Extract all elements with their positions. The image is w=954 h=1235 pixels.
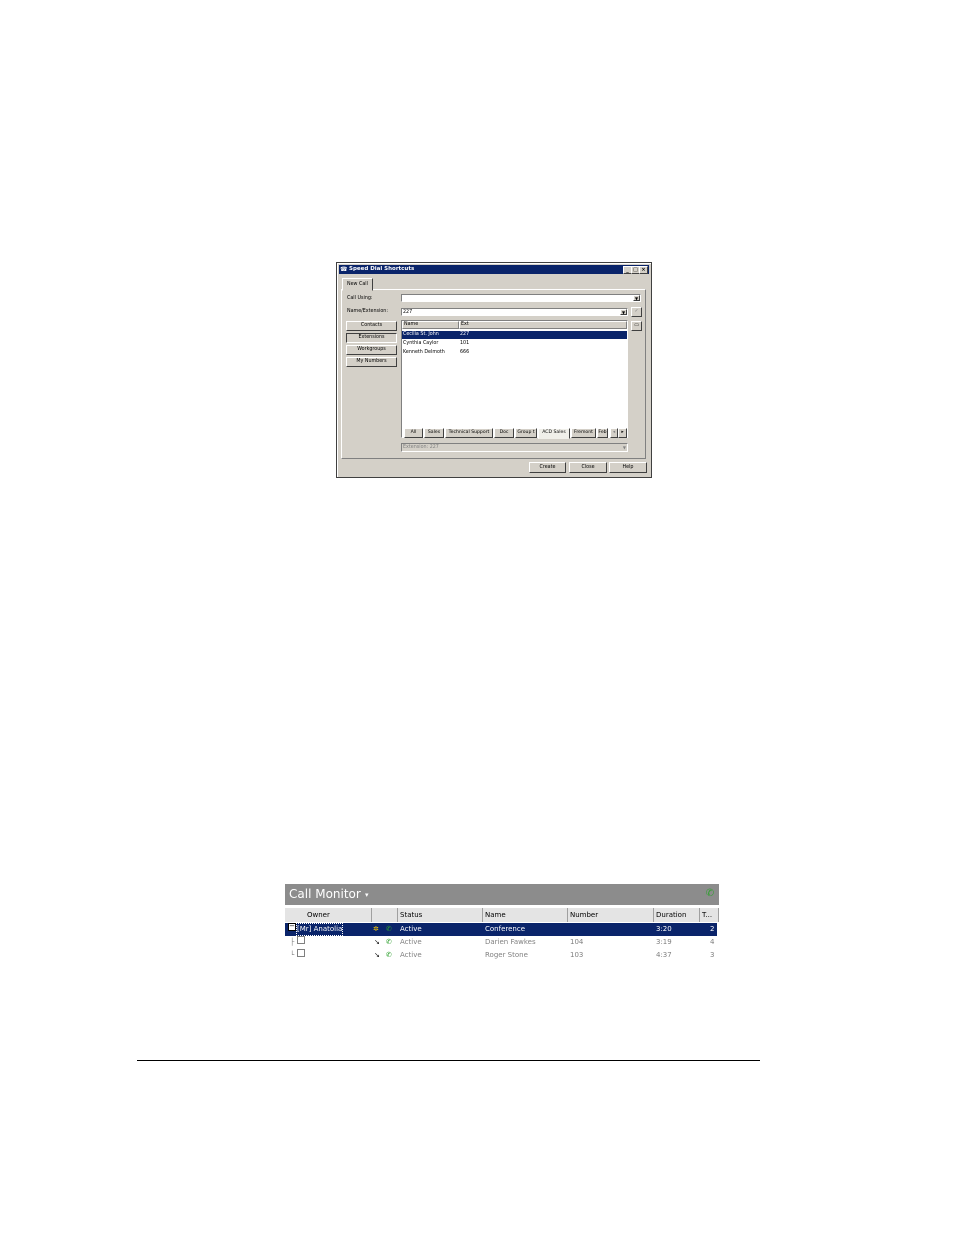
tree-connector: └ [290,951,295,959]
handset-icon: ↘ [374,951,380,959]
column-header-icons[interactable] [372,908,398,922]
t-cell: 2 [710,925,715,933]
chevron-down-icon[interactable]: ▾ [365,891,369,899]
column-header-t[interactable]: T... [700,908,719,922]
call-using-label: Call Using: [347,296,373,301]
workgroups-button[interactable]: Workgroups [346,345,397,355]
group-tab-feb[interactable]: Feb [597,428,608,438]
extensions-list[interactable]: Name Ext Cecilia St. John 227 Cynthia Ca… [401,320,628,438]
call-monitor-panel: Call Monitor ▾ ✆ Owner Status Name Numbe… [285,884,719,961]
group-tab-acd-sales[interactable]: ACD Sales [538,428,570,439]
call-monitor-title[interactable]: Call Monitor [289,887,361,902]
call-monitor-header: Call Monitor ▾ ✆ [285,884,719,905]
item-name: Kenneth Delmoth [403,350,445,355]
close-window-button[interactable]: × [639,266,648,274]
group-tab-doc[interactable]: Doc [494,428,514,438]
column-header-status[interactable]: Status [398,908,483,922]
chevron-down-icon: ▼ [622,445,626,450]
name-extension-value: 227 [403,310,413,315]
table-row[interactable]: └ ↘ ✆ Active Roger Stone 103 4:37 3 [285,949,717,961]
group-tab-technical-support[interactable]: Technical Support [445,428,493,438]
dialog-title: Speed Dial Shortcuts [349,266,415,272]
group-tab-group[interactable]: Group t [515,428,537,438]
title-bar: ☎ Speed Dial Shortcuts _ □ × [339,265,649,274]
close-button[interactable]: Close [569,462,607,473]
item-ext: 666 [460,350,470,355]
contacts-button[interactable]: Contacts [346,321,397,331]
group-tab-fremont[interactable]: Fremont [571,428,596,438]
extension-field-value: Extension: 227 [403,445,439,450]
tree-connector: ├ [290,938,295,946]
name-cell: Conference [485,925,526,933]
tab-scroll-left-icon[interactable]: ◂ [610,428,618,438]
name-cell: Darien Fawkes [485,938,536,946]
item-name: Cynthia Caylor [403,341,439,346]
extensions-button[interactable]: Extensions [346,333,397,343]
chevron-down-icon[interactable]: ▼ [620,309,627,315]
list-item[interactable]: Cynthia Caylor 101 [402,340,627,348]
create-button[interactable]: Create [529,462,566,473]
table-row[interactable]: − [Mr] Anatolia ✲ ✆ Active Conference 3:… [285,923,717,936]
table-row[interactable]: ├ ↘ ✆ Active Darien Fawkes 104 3:19 4 [285,936,717,949]
column-header-name[interactable]: Name [402,321,459,329]
extension-field: Extension: 227 ▼ [401,443,628,452]
tab-new-call[interactable]: New Call [342,278,373,291]
checkbox[interactable] [297,936,305,944]
folder-icon[interactable]: ▭ [631,321,642,331]
name-cell: Roger Stone [485,951,528,959]
group-tab-all[interactable]: All [404,428,423,438]
status-cell: Active [400,951,422,959]
phone-active-icon: ✆ [386,938,392,946]
name-extension-label: Name/Extension: [347,309,388,314]
name-extension-combo[interactable]: 227 ▼ [401,308,628,316]
call-using-combo[interactable]: ▼ [401,294,641,302]
column-header-name[interactable]: Name [483,908,568,922]
app-icon: ☎ [340,266,348,273]
help-button[interactable]: Help [609,462,647,473]
column-header-ext[interactable]: Ext [459,321,627,329]
number-cell: 104 [570,938,584,946]
checkbox[interactable] [297,949,305,957]
handset-icon: ↘ [374,938,380,946]
column-header-number[interactable]: Number [568,908,654,922]
my-numbers-button[interactable]: My Numbers [346,357,397,367]
group-tab-sales[interactable]: Sales [424,428,444,438]
tab-scroll-right-icon[interactable]: ▸ [618,428,627,438]
owner-cell: [Mr] Anatolia [296,923,344,936]
number-cell: 103 [570,951,584,959]
item-ext: 227 [460,332,470,337]
t-cell: 3 [710,951,715,959]
check-icon[interactable]: ✓ [631,307,642,317]
column-header-duration[interactable]: Duration [654,908,700,922]
duration-cell: 3:20 [656,925,672,933]
item-ext: 101 [460,341,470,346]
conference-icon: ✲ [373,925,379,933]
status-cell: Active [400,925,422,933]
column-header-owner[interactable]: Owner [285,908,372,922]
duration-cell: 4:37 [656,951,672,959]
t-cell: 4 [710,938,715,946]
phone-active-icon: ✆ [386,925,392,933]
collapse-icon[interactable]: − [288,923,296,931]
chevron-down-icon[interactable]: ▼ [633,295,640,301]
duration-cell: 3:19 [656,938,672,946]
item-name: Cecilia St. John [403,332,439,337]
list-item[interactable]: Kenneth Delmoth 666 [402,349,627,357]
phone-options-icon[interactable]: ✆ [703,887,717,901]
status-cell: Active [400,938,422,946]
list-item[interactable]: Cecilia St. John 227 [402,331,627,339]
phone-active-icon: ✆ [386,951,392,959]
footer-rule [137,1060,760,1061]
